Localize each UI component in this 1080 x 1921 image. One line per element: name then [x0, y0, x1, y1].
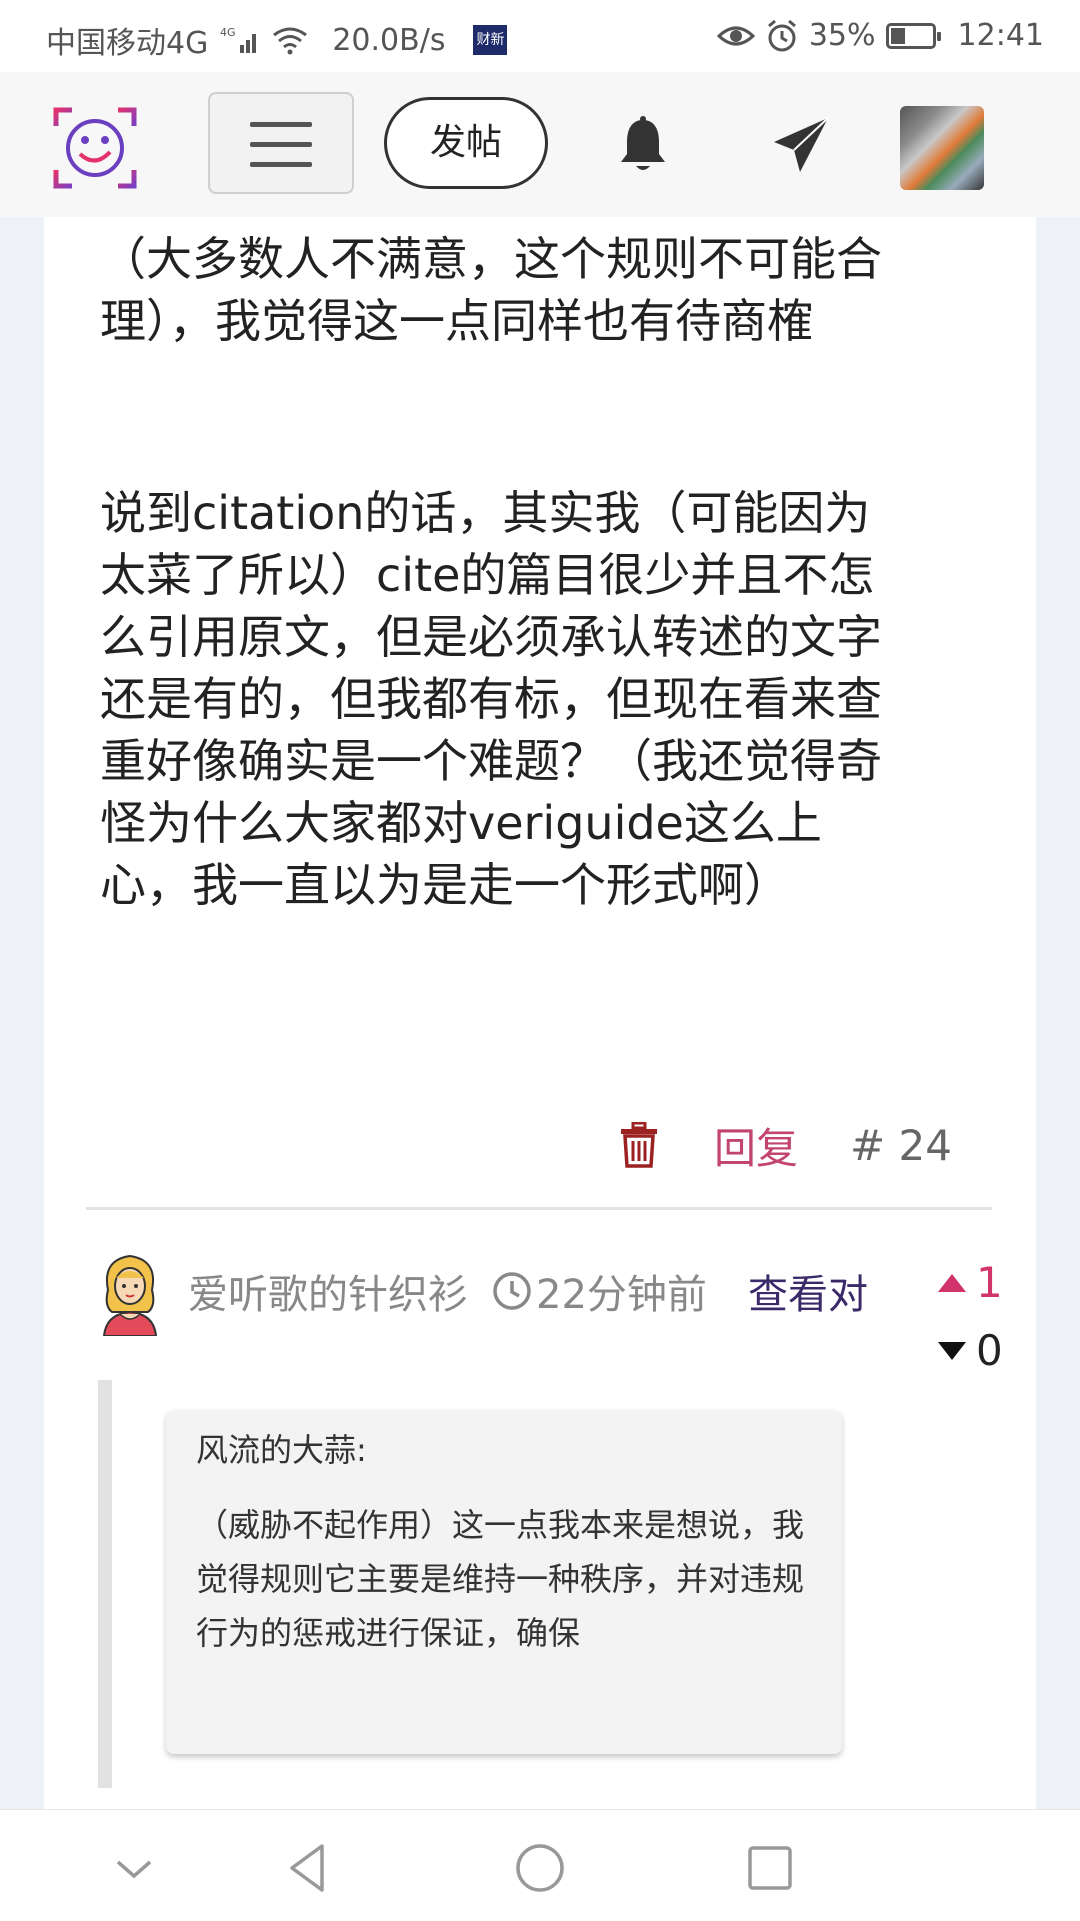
- quote-author: 风流的大蒜:: [196, 1431, 367, 1469]
- recent-apps-icon[interactable]: [742, 1840, 798, 1896]
- post-paragraph: （大多数人不满意，这个规则不可能合理），我觉得这一点同样也有待商榷: [100, 232, 882, 348]
- comment-author[interactable]: 爱听歌的针织衫: [188, 1262, 468, 1320]
- caret-up-icon: [938, 1273, 966, 1292]
- battery-percent: 35%: [808, 18, 876, 53]
- new-post-button[interactable]: 发帖: [384, 97, 548, 189]
- battery-icon: [885, 22, 941, 49]
- home-icon[interactable]: [512, 1840, 568, 1896]
- floor-number: # 24: [850, 1120, 953, 1170]
- divider: [86, 1207, 992, 1210]
- news-app-icon: 财新: [473, 25, 508, 55]
- post-paragraph: 说到citation的话，其实我（可能因为太菜了所以）cite的篇目很少并且不怎…: [100, 486, 882, 912]
- clock-time: 12:41: [957, 18, 1044, 53]
- status-left: 中国移动4G 4G 20.0B/s 财新: [46, 18, 508, 62]
- carrier-label: 中国移动4G: [46, 26, 209, 61]
- paper-plane-icon[interactable]: [772, 116, 832, 174]
- quote-bar: [98, 1380, 112, 1788]
- network-badge: 4G: [220, 26, 236, 39]
- network-speed: 20.0B/s: [332, 22, 446, 58]
- eye-icon: [716, 26, 755, 45]
- post-actions: 回复 # 24: [620, 1115, 952, 1175]
- view-pair-link[interactable]: 查看对: [748, 1262, 868, 1320]
- status-bar: 中国移动4G 4G 20.0B/s 财新 35% 12:41: [0, 0, 1080, 72]
- bell-icon[interactable]: [616, 116, 670, 174]
- quoted-reply[interactable]: 风流的大蒜: （威胁不起作用）这一点我本来是想说，我觉得规则它主要是维持一种秩序…: [166, 1410, 842, 1754]
- upvote-button[interactable]: 1: [938, 1258, 1003, 1307]
- smiley-logo-icon[interactable]: [52, 106, 138, 190]
- upvote-count: 1: [976, 1258, 1003, 1307]
- right-gutter: [1036, 217, 1080, 1809]
- quote-text: （威胁不起作用）这一点我本来是想说，我觉得规则它主要是维持一种秩序，并对违规行为…: [196, 1506, 805, 1652]
- trash-icon[interactable]: [620, 1122, 658, 1168]
- reply-button[interactable]: 回复: [714, 1115, 798, 1176]
- user-avatar[interactable]: [900, 106, 984, 190]
- alarm-icon: [767, 19, 796, 51]
- cell-signal-icon: 4G: [220, 26, 257, 53]
- commenter-avatar[interactable]: [98, 1250, 162, 1337]
- back-icon[interactable]: [282, 1840, 338, 1896]
- caret-down-icon: [938, 1341, 966, 1360]
- hamburger-menu-button[interactable]: [208, 92, 354, 194]
- comment-meta: 爱听歌的针织衫 22分钟前: [188, 1262, 707, 1320]
- left-gutter: [0, 217, 44, 1809]
- top-app-bar: 发帖: [0, 72, 1080, 217]
- wifi-icon: [273, 27, 308, 55]
- hamburger-menu-icon: [250, 122, 312, 127]
- system-nav-bar: [0, 1809, 1080, 1921]
- chevron-down-icon[interactable]: [106, 1840, 162, 1896]
- downvote-button[interactable]: 0: [938, 1326, 1003, 1375]
- downvote-count: 0: [976, 1326, 1003, 1375]
- comment-time: 22分钟前: [536, 1272, 707, 1318]
- clock-icon: [493, 1272, 531, 1310]
- status-right: 35% 12:41: [716, 18, 1044, 53]
